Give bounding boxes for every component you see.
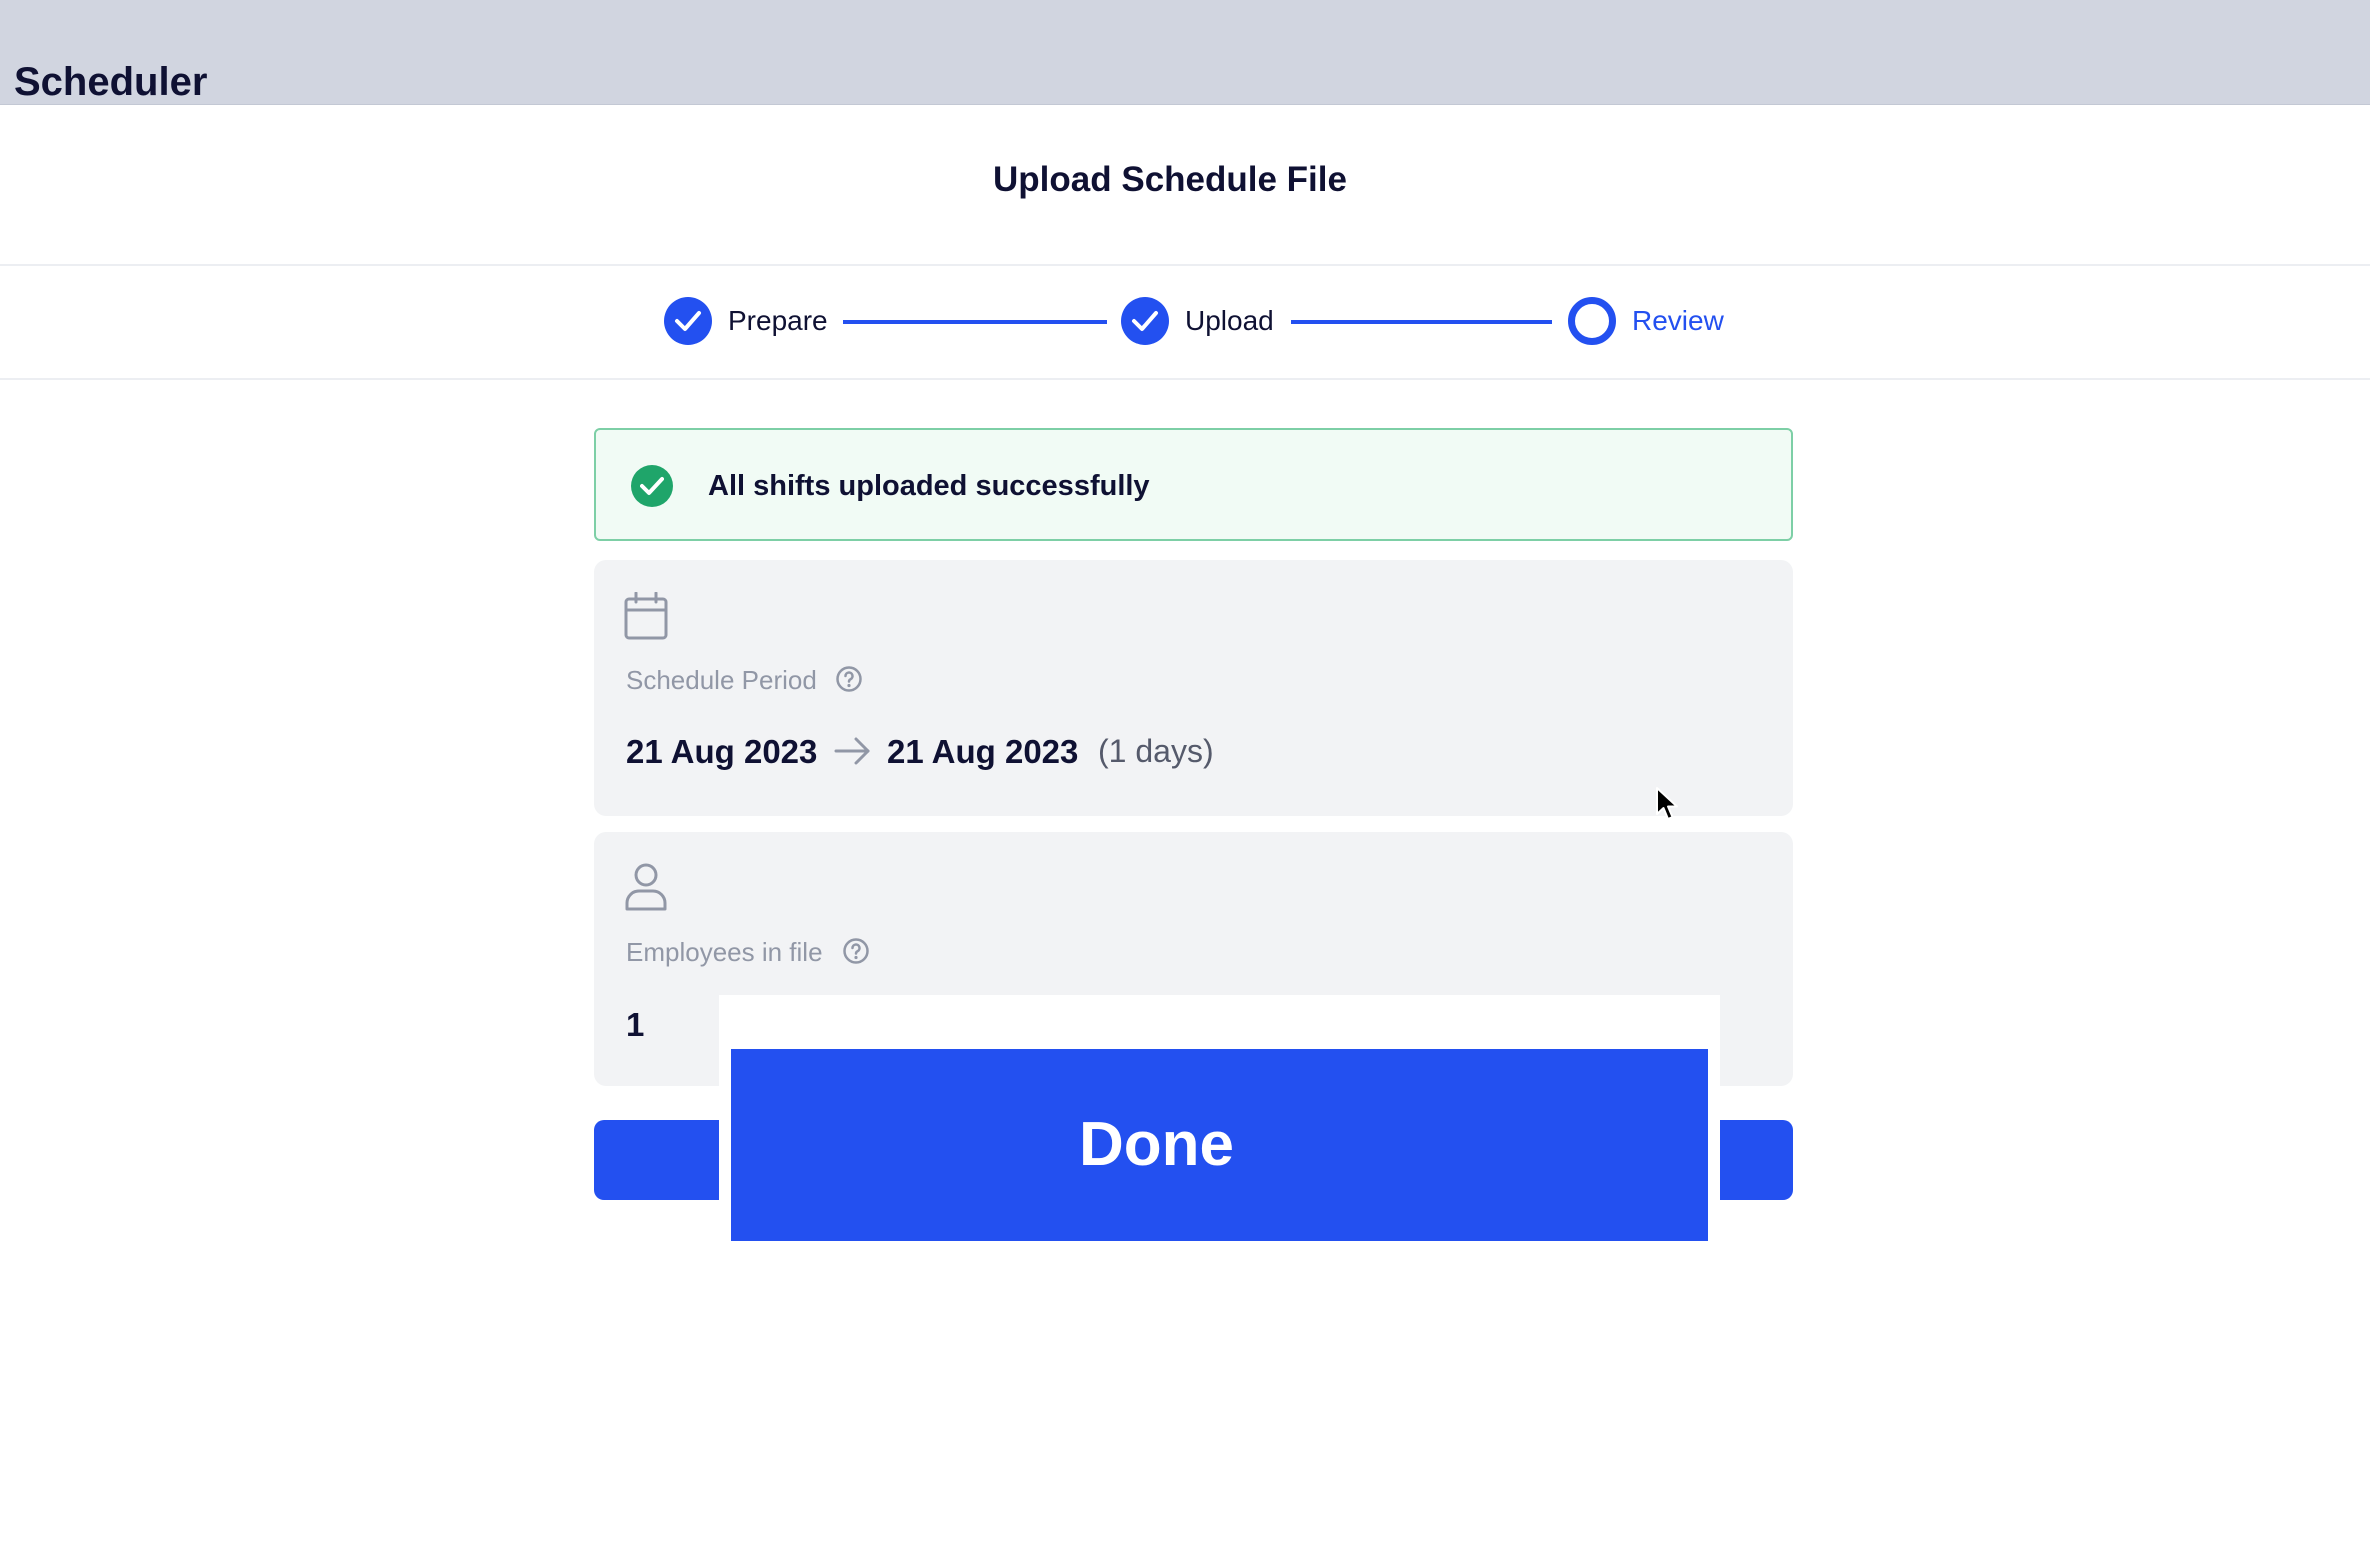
app-top-bar — [0, 0, 2370, 105]
arrow-right-icon — [834, 737, 870, 765]
step-connector — [1291, 320, 1552, 324]
help-icon[interactable] — [842, 937, 870, 965]
schedule-duration: (1 days) — [1098, 733, 1214, 769]
upload-stepper: Prepare Upload Review — [0, 266, 2370, 380]
step-review-current-icon — [1568, 297, 1616, 345]
step-upload-label[interactable]: Upload — [1185, 307, 1274, 335]
done-button-label: Done — [1079, 1110, 1234, 1179]
modal-title: Upload Schedule File — [993, 160, 1347, 199]
success-alert: All shifts uploaded successfully — [594, 428, 1793, 541]
done-button[interactable]: Done — [731, 1049, 1708, 1241]
alert-message: All shifts uploaded successfully — [708, 470, 1150, 502]
step-review-label: Review — [1632, 305, 1724, 336]
step-prepare-label[interactable]: Prepare — [728, 307, 828, 335]
step-upload-check-icon — [1121, 297, 1169, 345]
schedule-period-card: Schedule Period 21 Aug 2023 21 Aug 2023 … — [594, 560, 1793, 816]
app-title: Scheduler — [14, 60, 208, 104]
step-prepare-check-icon — [664, 297, 712, 345]
check-circle-icon — [631, 465, 673, 507]
help-icon[interactable] — [835, 665, 863, 693]
schedule-end-date: 21 Aug 2023 — [887, 733, 1079, 770]
employees-count: 1 — [626, 1006, 645, 1043]
calendar-icon — [624, 592, 668, 640]
schedule-start-date: 21 Aug 2023 — [626, 733, 818, 770]
mouse-cursor-icon — [1656, 787, 1678, 820]
employees-label: Employees in file — [626, 937, 823, 967]
schedule-period-label: Schedule Period — [626, 665, 817, 695]
step-connector — [843, 320, 1107, 324]
user-icon — [625, 863, 667, 911]
